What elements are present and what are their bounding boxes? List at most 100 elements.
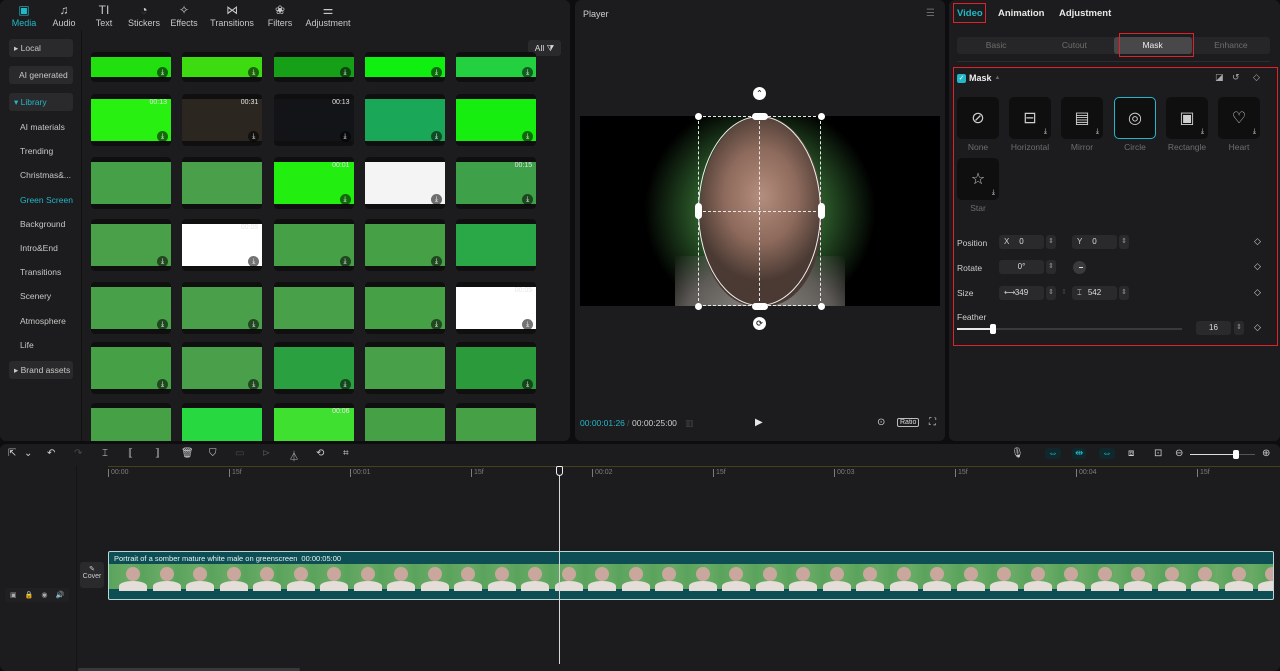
download-icon[interactable]: ⤓ [157,319,168,330]
rotate-input[interactable]: 0° [999,260,1044,274]
download-icon[interactable]: ⤓ [157,131,168,142]
download-icon[interactable]: ⤓ [157,67,168,78]
media-thumbnail[interactable]: ⤓ [456,94,537,146]
sidebar-item-intro-end[interactable]: Intro&End [9,239,73,257]
download-icon[interactable]: ⤓ [430,194,442,205]
sidebar-item-transitions[interactable]: Transitions [9,263,73,281]
tab-media[interactable]: ▣ Media [4,0,44,30]
media-thumbnail[interactable] [182,403,263,441]
menu-icon[interactable]: ☰ [926,8,935,19]
media-thumbnail[interactable] [456,219,537,271]
link-ratio-icon[interactable]: ⇕ [1059,286,1069,300]
feather-slider[interactable] [957,324,1182,334]
visibility-icon[interactable]: ◉ [41,591,47,599]
timeline-ruler[interactable]: 00:00 15f 00:01 15f 00:02 15f 00:03 15f 00:04 15f [108,466,1280,480]
tab-effects[interactable]: ✧ Effects [164,0,204,30]
feather-keyframe-icon[interactable]: ◇ [1254,322,1261,333]
media-thumbnail[interactable]: ⤓ [364,157,445,209]
download-icon[interactable]: ⤓ [339,256,351,267]
media-thumbnail[interactable]: 00:13 ⤓ [273,94,354,146]
mask-option-star[interactable]: ☆ ⤓ [957,158,999,200]
mask-option-mirror[interactable]: ▤ ⤓ [1061,97,1103,139]
size-height-stepper[interactable]: ⇕ [1119,286,1129,300]
split-left-icon[interactable]: ⟦ [128,448,133,459]
download-icon[interactable]: ⤓ [339,131,351,142]
playhead-line[interactable] [559,466,560,664]
rotate-dial[interactable] [1073,261,1086,274]
subtab-basic[interactable]: Basic [957,37,1035,54]
media-thumbnail[interactable]: 00:06 [273,403,354,441]
sidebar-item-green-screen[interactable]: Green Screen [9,191,73,209]
position-keyframe-icon[interactable]: ◇ [1254,236,1261,247]
mirror-icon[interactable]: ⏃ [289,448,299,463]
position-x-input[interactable]: X 0 [999,235,1044,249]
mask-handle-left[interactable] [695,203,702,219]
tab-adjustment[interactable]: ⚌ Adjustment [300,0,356,30]
download-icon[interactable]: ⤓ [339,194,351,205]
download-icon[interactable]: ⤓ [430,67,442,78]
timeline-zoom-slider[interactable] [1190,450,1255,459]
main-track-magnet-icon[interactable]: ⇔ [1045,448,1061,459]
fullscreen-icon[interactable]: ⛶ [929,417,936,428]
preview-axis-icon[interactable]: ⧈ [1128,448,1134,459]
media-thumbnail[interactable]: ⤓ [364,52,445,82]
sidebar-item-atmosphere[interactable]: Atmosphere [9,312,73,330]
fit-timeline-icon[interactable]: ⊡ [1154,448,1162,459]
tab-stickers[interactable]: ◔ Stickers [124,0,164,30]
chevron-down-icon[interactable]: ⌄ [24,448,32,459]
size-width-input[interactable]: ⟷ 349 [999,286,1044,300]
position-y-input[interactable]: Y 0 [1072,235,1117,249]
position-x-stepper[interactable]: ⇕ [1046,235,1056,249]
sidebar-item-ai-generated[interactable]: AI generated [9,66,73,84]
media-thumbnail[interactable]: ⤓ [456,342,537,394]
media-thumbnail[interactable]: 00:13 ⤓ [91,94,171,146]
mask-handle-top-left[interactable] [695,113,702,120]
layout-icon[interactable]: ▥ [685,418,694,429]
tab-video[interactable]: Video [957,8,983,19]
media-thumbnail[interactable] [91,403,171,441]
media-thumbnail[interactable] [182,157,263,209]
zoom-in-icon[interactable]: ⊕ [1262,448,1270,459]
rotate-stepper[interactable]: ⇕ [1046,260,1056,274]
mask-handle-top-right[interactable] [818,113,825,120]
mask-enable-checkbox[interactable]: ✓ [957,73,966,83]
reverse-icon[interactable]: ⊳ [262,448,270,459]
split-right-icon[interactable]: ⟧ [155,448,160,459]
auto-snap-icon[interactable]: ⇹ [1072,448,1087,459]
split-icon[interactable]: ⌶ [102,448,108,459]
sidebar-item-local[interactable]: ▸ Local [9,39,73,57]
media-thumbnail[interactable] [273,282,354,334]
collapse-icon[interactable]: ▲ [995,75,1001,81]
redo-icon[interactable]: ↷ [74,448,82,459]
subtab-cutout[interactable]: Cutout [1035,37,1113,54]
media-thumbnail[interactable]: ⤓ [91,52,171,82]
media-thumbnail[interactable]: ⤓ [273,219,354,271]
media-thumbnail[interactable]: ⤓ [364,219,445,271]
playhead-handle[interactable] [556,466,563,476]
subtab-mask[interactable]: Mask [1113,37,1192,54]
download-icon[interactable]: ⤓ [339,379,351,390]
lock-icon[interactable]: 🔒 [25,591,34,599]
media-thumbnail[interactable]: ⤓ [364,282,445,334]
mask-option-circle[interactable]: ◎ [1114,97,1156,139]
media-thumbnail[interactable] [364,342,445,394]
select-tool-icon[interactable]: ⇱ [8,448,16,459]
tab-text[interactable]: TI Text [84,0,124,30]
sidebar-item-ai-materials[interactable]: AI materials [9,118,73,136]
feather-stepper[interactable]: ⇕ [1234,321,1244,335]
track-thumbnail-icon[interactable]: ▣ [10,591,17,599]
media-thumbnail[interactable]: 00:05 ⤓ [182,219,263,271]
linkage-icon[interactable]: ⇔ [1099,448,1115,459]
download-icon[interactable]: ⤓ [430,256,442,267]
tab-transitions[interactable]: ⋈ Transitions [204,0,260,30]
media-thumbnail[interactable]: 00:01 ⤓ [273,157,354,209]
sidebar-item-library[interactable]: ▾ Library [9,93,73,111]
sidebar-item-christmas[interactable]: Christmas&... [9,166,73,184]
media-thumbnail[interactable]: 00:31 ⤓ [182,94,263,146]
sidebar-item-brand-assets[interactable]: ▸ Brand assets [9,361,73,379]
subtab-enhance[interactable]: Enhance [1192,37,1270,54]
media-thumbnail[interactable]: ⤓ [91,282,171,334]
download-icon[interactable]: ⤓ [157,256,168,267]
download-icon[interactable]: ⤓ [157,379,168,390]
audio-icon[interactable]: 🔊 [55,591,64,599]
